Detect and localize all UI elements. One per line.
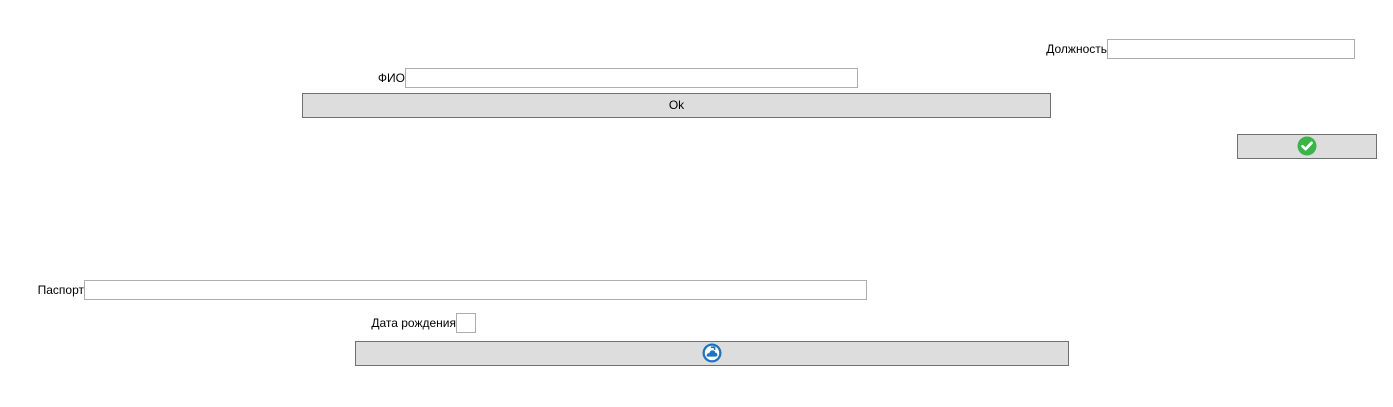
passport-field[interactable] — [84, 280, 867, 300]
position-label: Должность — [1046, 42, 1107, 56]
passport-label: Паспорт — [37, 283, 84, 297]
confirm-button[interactable] — [1237, 134, 1377, 159]
refresh-button[interactable] — [355, 341, 1069, 366]
fio-label: ФИО — [377, 71, 405, 85]
check-circle-icon — [1297, 136, 1317, 156]
position-field[interactable] — [1107, 39, 1355, 59]
birth-date-label: Дата рождения — [371, 316, 456, 330]
ok-button[interactable]: Ok — [302, 93, 1051, 118]
birth-date-field[interactable] — [456, 313, 476, 333]
refresh-cloud-icon — [702, 343, 722, 363]
fio-field[interactable] — [405, 68, 858, 88]
